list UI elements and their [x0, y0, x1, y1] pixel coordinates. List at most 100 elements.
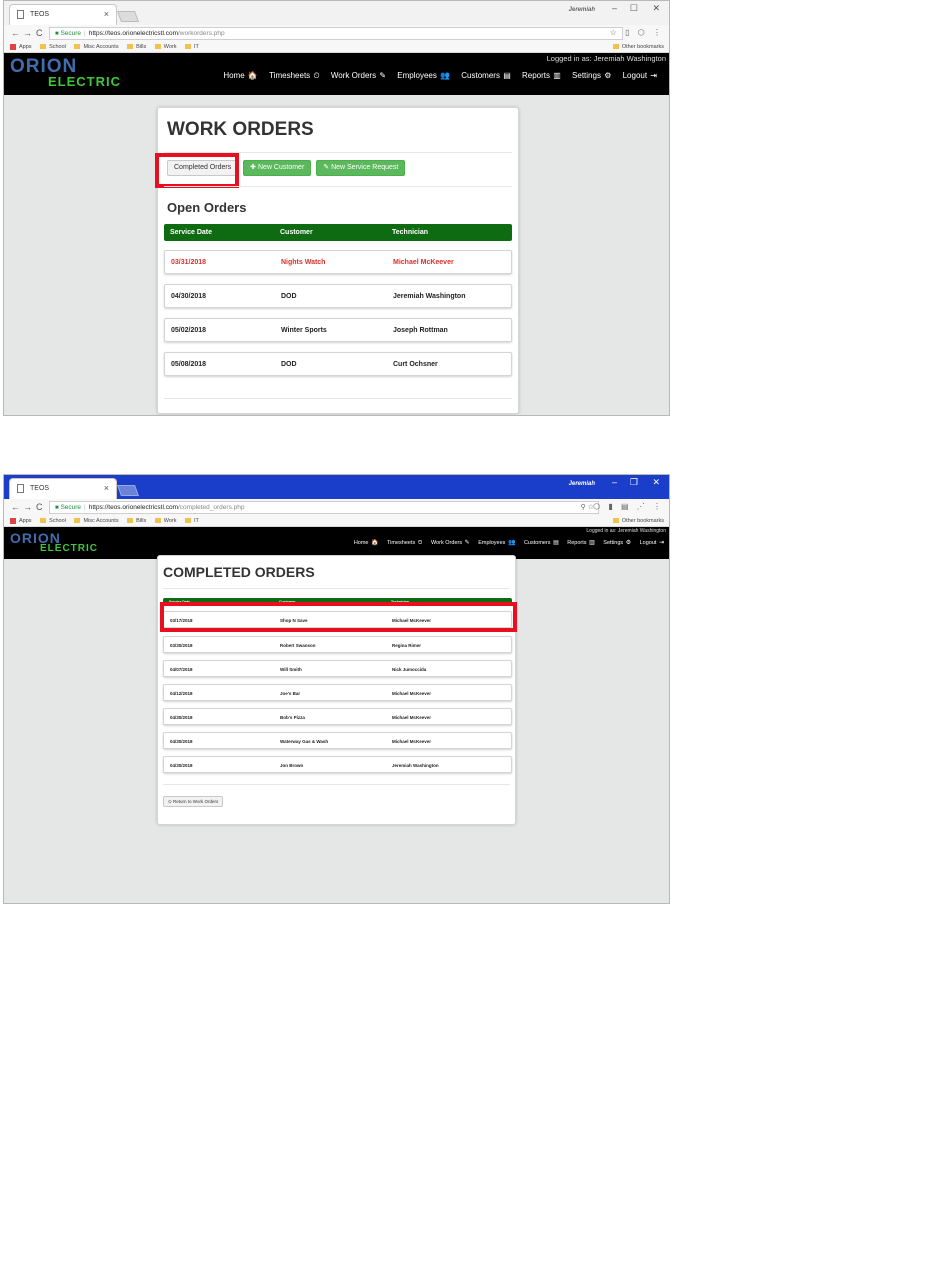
- url-separator: |: [84, 504, 86, 511]
- bookmark-label: IT: [194, 518, 199, 524]
- edit-icon: ✎: [323, 164, 330, 171]
- secure-label: Secure: [60, 504, 82, 511]
- browser-tab[interactable]: TEOS ×: [9, 478, 117, 499]
- customer: DOD: [281, 361, 297, 368]
- bookmark-apps[interactable]: Apps: [10, 516, 32, 526]
- technician: Joseph Rottman: [393, 327, 448, 334]
- new-tab-button[interactable]: [116, 11, 140, 22]
- return-to-work-orders-button[interactable]: ⊙ Return to Work Orders: [163, 796, 224, 807]
- nav-label: Customers: [461, 71, 500, 80]
- profile-name[interactable]: Jeremiah: [569, 7, 595, 13]
- reload-icon[interactable]: C: [36, 502, 43, 512]
- logo-bottom: ELECTRIC: [48, 74, 121, 89]
- close-window-icon[interactable]: ✕: [652, 3, 660, 14]
- bookmark-bills[interactable]: Bills: [127, 516, 146, 526]
- table-row[interactable]: 05/08/2018 DOD Curt Ochsner: [164, 352, 512, 376]
- nav-settings[interactable]: Settings ⚙: [572, 71, 611, 80]
- new-tab-button[interactable]: [116, 485, 140, 496]
- back-icon[interactable]: ←: [11, 502, 20, 512]
- bookmark-label: Bills: [136, 518, 147, 524]
- nav-customers[interactable]: Customers ▤: [461, 71, 510, 80]
- nav-label: Logout: [622, 71, 648, 80]
- nav-reports[interactable]: Reports ▥: [522, 71, 561, 80]
- nav-label: Work Orders: [330, 71, 377, 80]
- nav-logout[interactable]: Logout ⇥: [640, 539, 664, 546]
- bookmark-work[interactable]: Work: [154, 516, 176, 526]
- page-title: COMPLETED ORDERS: [163, 564, 315, 580]
- bookmark-misc-accounts[interactable]: Misc Accounts: [74, 516, 119, 526]
- folder-icon: [40, 518, 47, 524]
- zoom-star-icons[interactable]: ⚲ ☆: [581, 503, 594, 511]
- address-bar[interactable]: ■ Secure | https://teos.orionelectricstl.c…: [49, 27, 623, 40]
- nav-label: Reports: [522, 71, 551, 80]
- nav-timesheets[interactable]: Timesheets ⏲: [269, 71, 320, 81]
- restore-icon[interactable]: ❐: [630, 477, 638, 488]
- profile-name[interactable]: Jeremiah: [569, 481, 595, 487]
- bookmark-bills[interactable]: Bills: [127, 42, 146, 52]
- plus-icon: ✚: [250, 164, 257, 171]
- nav-reports[interactable]: Reports ▥: [567, 539, 594, 546]
- forward-icon[interactable]: →: [23, 502, 32, 512]
- table-row[interactable]: 04/30/2018 Jon Brown Jeremiah Washington: [163, 756, 512, 773]
- address-bar[interactable]: ■ Secure | https://teos.orionelectricstl.c…: [49, 501, 599, 514]
- bookmark-it[interactable]: IT: [185, 42, 199, 52]
- bookmark-work[interactable]: Work: [154, 42, 176, 52]
- url-path: /workorders.php: [177, 30, 225, 37]
- nav-timesheets[interactable]: Timesheets ⏲: [387, 540, 422, 547]
- nav-logout[interactable]: Logout ⇥: [623, 71, 657, 80]
- tab-close-icon[interactable]: ×: [104, 483, 109, 493]
- bookmark-it[interactable]: IT: [185, 516, 199, 526]
- nav-home[interactable]: Home 🏠: [354, 539, 379, 546]
- book-icon: ▥: [553, 71, 561, 80]
- table-row[interactable]: 04/30/2018 Waterway Gas & Wash Michael M…: [163, 732, 512, 749]
- customer: Will Smith: [280, 667, 302, 672]
- nav-settings[interactable]: Settings ⚙: [603, 539, 631, 546]
- new-customer-button[interactable]: ✚ New Customer: [243, 160, 312, 176]
- nav-customers[interactable]: Customers ▤: [524, 539, 559, 546]
- bookmark-apps[interactable]: Apps: [10, 42, 32, 52]
- other-bookmarks[interactable]: Other bookmarks: [612, 42, 664, 52]
- table-row[interactable]: 03/30/2018 Robert Swanson Regina Rimer: [163, 636, 512, 653]
- nav-work-orders[interactable]: Work Orders ✎: [331, 71, 386, 80]
- close-window-icon[interactable]: ✕: [652, 477, 660, 488]
- orion-electric-logo[interactable]: ORION ELECTRIC: [10, 531, 98, 554]
- back-icon[interactable]: ←: [11, 28, 20, 38]
- table-row[interactable]: 05/02/2018 Winter Sports Joseph Rottman: [164, 318, 512, 342]
- other-bookmarks[interactable]: Other bookmarks: [612, 516, 664, 526]
- nav-employees[interactable]: Employees 👥: [397, 71, 450, 80]
- toolbar-icons[interactable]: ☆ ▯ ⬡ ⋮: [610, 28, 664, 37]
- bookmark-school[interactable]: School: [40, 516, 66, 526]
- technician: Regina Rimer: [392, 643, 422, 648]
- bookmark-school[interactable]: School: [40, 42, 66, 52]
- address-row: ← → C ■ Secure | https://teos.orionelectri…: [4, 25, 669, 42]
- table-row[interactable]: 04/07/2018 Will Smith Nick Jumoccida: [163, 660, 512, 677]
- gears-icon: ⚙: [625, 540, 632, 546]
- bookmarks-bar: Apps School Misc Accounts Bills Work IT …: [4, 516, 669, 527]
- toolbar-icons[interactable]: ⬡ ▮ ▤ ⋰ ⋮: [593, 502, 664, 511]
- browser-tab[interactable]: TEOS ×: [9, 4, 117, 25]
- nav-home[interactable]: Home 🏠: [223, 71, 258, 80]
- nav-label: Employees: [478, 540, 506, 546]
- divider: [163, 588, 510, 589]
- customer: Nights Watch: [281, 259, 326, 266]
- orion-electric-logo[interactable]: ORION ELECTRIC: [10, 57, 121, 88]
- minimize-icon[interactable]: –: [612, 477, 617, 487]
- bookmarks-bar: Apps School Misc Accounts Bills Work IT …: [4, 42, 669, 53]
- new-customer-label: New Customer: [257, 164, 305, 171]
- bookmark-misc-accounts[interactable]: Misc Accounts: [74, 42, 119, 52]
- nav-employees[interactable]: Employees 👥: [478, 539, 515, 546]
- reload-icon[interactable]: C: [36, 28, 43, 38]
- table-row[interactable]: 04/30/2018 Bob's Pizza Michael McKeever: [163, 708, 512, 725]
- table-row[interactable]: 04/30/2018 DOD Jeremiah Washington: [164, 284, 512, 308]
- nav-work-orders[interactable]: Work Orders ✎: [431, 539, 470, 546]
- new-service-request-button[interactable]: ✎ New Service Request: [316, 160, 406, 176]
- forward-icon[interactable]: →: [23, 28, 32, 38]
- maximize-icon[interactable]: ☐: [630, 3, 638, 14]
- minimize-icon[interactable]: –: [612, 3, 617, 13]
- table-row[interactable]: 04/12/2018 Joe's Bar Michael McKeever: [163, 684, 512, 701]
- table-row[interactable]: 03/31/2018 Nights Watch Michael McKeever: [164, 250, 512, 274]
- tab-close-icon[interactable]: ×: [104, 9, 109, 19]
- page-icon: [17, 484, 24, 493]
- divider: [163, 784, 510, 785]
- nav-label: Timesheets: [269, 71, 311, 80]
